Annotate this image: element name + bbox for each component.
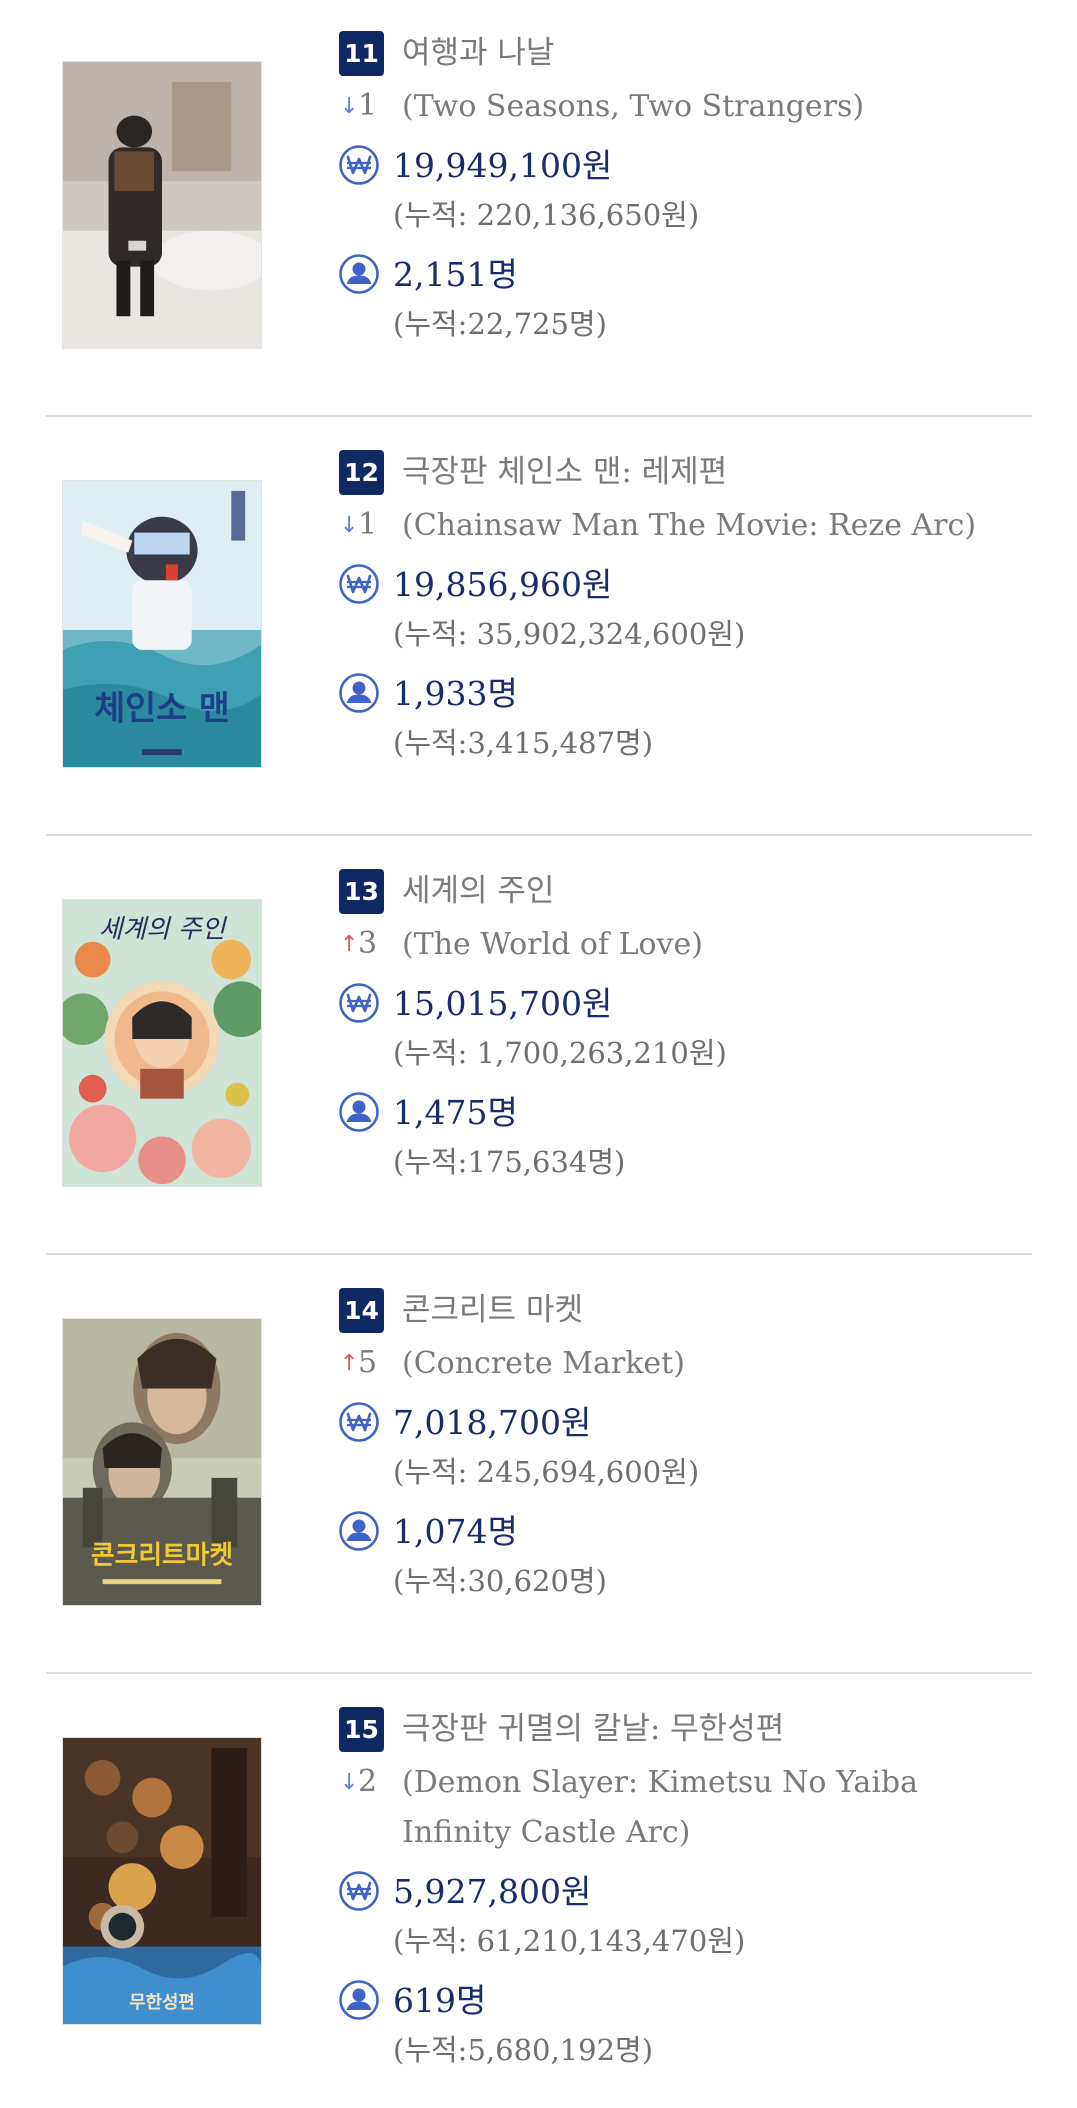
movie-title-english: (The World of Love) [402,927,703,962]
audience-cumulative: (누적:5,680,192명) [393,2033,654,2067]
audience-cumulative: (누적:22,725명) [393,307,607,341]
rank-change-value: 3 [358,926,378,961]
rank-change: ↑3 [340,922,390,966]
arrow-down-icon: ↓ [340,513,359,538]
audience-value: 2,151명 [393,255,518,294]
movie-title-english: (Chainsaw Man The Movie: Reze Arc) [402,508,977,543]
movie-entry: 세계의 주인 13 세계의 주인 ↑3 (The World of Love) … [0,838,1077,1258]
movie-title-korean[interactable]: 여행과 나날 [402,30,554,76]
movie-title-english: (Demon Slayer: Kimetsu No Yaiba Infinity… [402,1765,919,1850]
person-icon [338,253,380,295]
movie-title-korean[interactable]: 세계의 주인 [402,868,554,914]
poster-image: 세계의 주인 [63,900,261,1186]
poster-title: 콘크리트마켓 [91,1540,233,1570]
poster-image [63,62,261,348]
rank-badge: 15 [339,1707,384,1752]
arrow-up-icon: ↑ [340,932,359,957]
rank-change: ↓1 [340,84,390,128]
movie-entry: 콘크리트마켓 14 콘크리트 마켓 ↑5 (Concrete Market) 7… [0,1257,1077,1677]
rank-change: ↓2 [340,1760,390,1804]
revenue-cumulative: (누적: 61,210,143,470원) [393,1924,746,1958]
rank-badge: 11 [339,31,384,76]
movie-title-korean[interactable]: 극장판 귀멸의 칼날: 무한성편 [402,1706,784,1752]
movie-poster[interactable]: 무한성편 [62,1737,262,2025]
rank-badge: 14 [339,1288,384,1333]
won-coin-icon [338,982,380,1024]
revenue-cumulative: (누적: 35,902,324,600원) [393,617,746,651]
revenue-cumulative: (누적: 1,700,263,210원) [393,1036,727,1070]
revenue-value: 5,927,800원 [393,1872,592,1911]
audience-cumulative: (누적:3,415,487명) [393,726,654,760]
arrow-down-icon: ↓ [340,94,359,119]
audience-value: 1,475명 [393,1093,518,1132]
movie-entry: 체인소 맨 12 극장판 체인소 맨: 레제편 ↓1 (Chainsaw Man… [0,419,1077,839]
poster-image: 콘크리트마켓 [63,1319,261,1605]
rank-change-value: 1 [358,88,378,123]
person-icon [338,1979,380,2021]
divider [46,415,1032,417]
poster-title: 무한성편 [129,1992,195,2013]
won-coin-icon [338,144,380,186]
poster-image: 체인소 맨 [63,481,261,767]
divider [46,1672,1032,1674]
rank-change-value: 2 [358,1764,378,1799]
movie-entry: 11 여행과 나날 ↓1 (Two Seasons, Two Strangers… [0,0,1077,420]
person-icon [338,1510,380,1552]
movie-poster[interactable] [62,61,262,349]
divider [46,834,1032,836]
person-icon [338,1091,380,1133]
audience-cumulative: (누적:175,634명) [393,1145,626,1179]
rank-change: ↑5 [340,1341,390,1385]
rank-badge: 12 [339,450,384,495]
won-coin-icon [338,1870,380,1912]
movie-title-korean[interactable]: 극장판 체인소 맨: 레제편 [402,449,727,495]
movie-title-english: (Two Seasons, Two Strangers) [402,89,865,124]
movie-title-english: (Concrete Market) [402,1346,685,1381]
revenue-value: 19,949,100원 [393,146,613,185]
revenue-value: 7,018,700원 [393,1403,592,1442]
arrow-down-icon: ↓ [340,1770,359,1795]
audience-value: 619명 [393,1981,487,2020]
poster-title: 세계의 주인 [99,915,228,945]
movie-poster[interactable]: 콘크리트마켓 [62,1318,262,1606]
box-office-list: 11 여행과 나날 ↓1 (Two Seasons, Two Strangers… [0,0,1077,2108]
audience-value: 1,074명 [393,1512,518,1551]
audience-cumulative: (누적:30,620명) [393,1564,607,1598]
divider [46,1253,1032,1255]
movie-title-korean[interactable]: 콘크리트 마켓 [402,1287,583,1333]
audience-value: 1,933명 [393,674,518,713]
revenue-cumulative: (누적: 220,136,650원) [393,198,700,232]
won-coin-icon [338,563,380,605]
movie-poster[interactable]: 체인소 맨 [62,480,262,768]
rank-change-value: 5 [358,1345,378,1380]
revenue-value: 15,015,700원 [393,984,613,1023]
arrow-up-icon: ↑ [340,1351,359,1376]
poster-image: 무한성편 [63,1738,261,2024]
rank-badge: 13 [339,869,384,914]
revenue-value: 19,856,960원 [393,565,613,604]
won-coin-icon [338,1401,380,1443]
movie-entry: 무한성편 15 극장판 귀멸의 칼날: 무한성편 ↓2 (Demon Slaye… [0,1676,1077,2096]
person-icon [338,672,380,714]
movie-poster[interactable]: 세계의 주인 [62,899,262,1187]
revenue-cumulative: (누적: 245,694,600원) [393,1455,700,1489]
poster-title: 체인소 맨 [94,688,230,727]
rank-change: ↓1 [340,503,390,547]
rank-change-value: 1 [358,507,378,542]
